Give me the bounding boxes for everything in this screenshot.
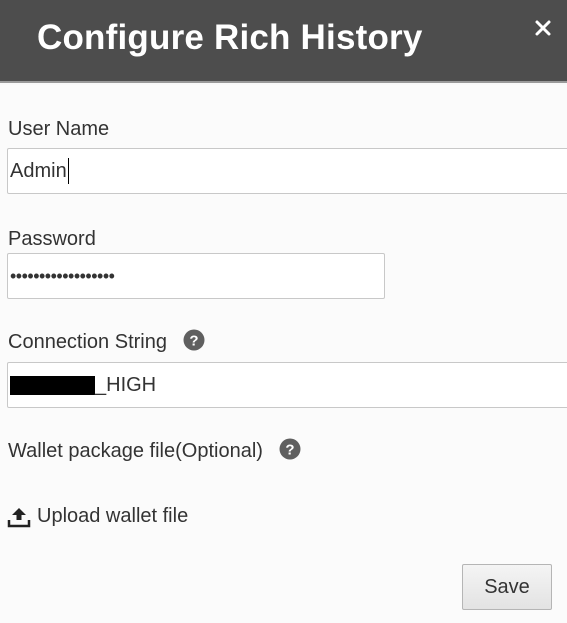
connection-string-input[interactable]: _HIGH (7, 362, 567, 408)
password-input[interactable]: •••••••••••••••••• (7, 253, 385, 299)
help-icon[interactable]: ? (279, 438, 301, 460)
svg-text:?: ? (189, 332, 198, 349)
connection-string-label-row: Connection String ? (8, 329, 205, 354)
upload-wallet-link[interactable]: Upload wallet file (7, 505, 188, 528)
connection-string-suffix: _HIGH (95, 373, 157, 396)
connection-string-label: Connection String (8, 331, 167, 353)
password-value: •••••••••••••••••• (10, 265, 115, 286)
password-label: Password (8, 228, 96, 250)
redacted-block (10, 375, 95, 395)
wallet-label: Wallet package file(Optional) (8, 440, 263, 462)
text-caret (67, 158, 69, 184)
user-name-input[interactable]: Admin (7, 148, 567, 194)
upload-wallet-label: Upload wallet file (37, 505, 189, 527)
user-name-value: Admin (10, 159, 67, 182)
configure-rich-history-dialog: Configure Rich History User Name Admin P… (0, 0, 567, 623)
wallet-label-row: Wallet package file(Optional) ? (8, 438, 301, 463)
user-name-label: User Name (8, 118, 110, 140)
close-button[interactable] (531, 16, 555, 40)
help-icon[interactable]: ? (183, 329, 205, 351)
close-icon (535, 20, 551, 36)
dialog-title: Configure Rich History (37, 18, 423, 57)
dialog-header: Configure Rich History (0, 0, 567, 83)
save-button[interactable]: Save (462, 564, 552, 610)
svg-text:?: ? (285, 441, 294, 458)
upload-icon (7, 507, 31, 527)
